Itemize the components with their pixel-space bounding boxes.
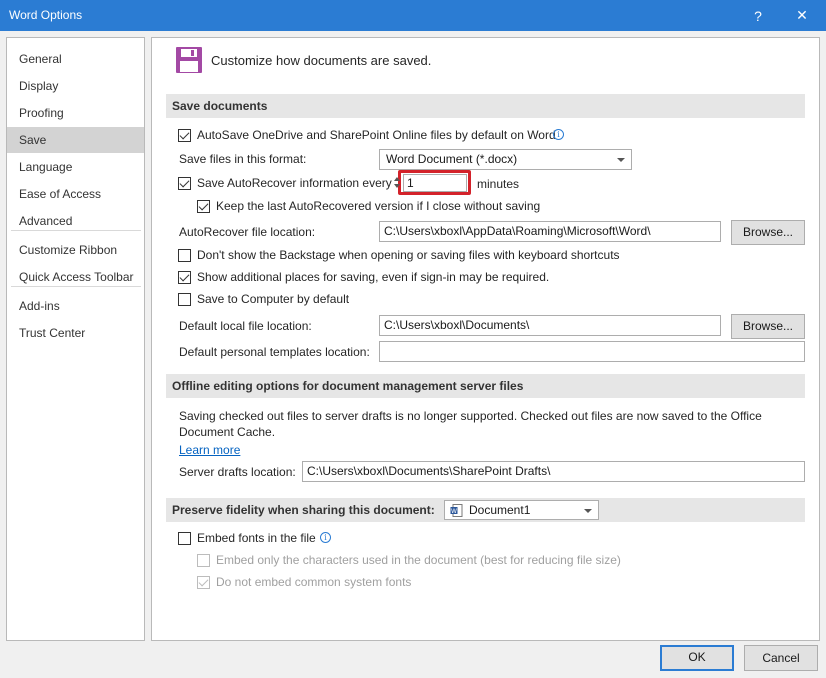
server-drafts-field[interactable]: C:\Users\xboxl\Documents\SharePoint Draf… xyxy=(302,461,805,482)
nav-item-customize-ribbon[interactable]: Customize Ribbon xyxy=(7,237,144,263)
autorecover-checkbox[interactable] xyxy=(178,177,191,190)
no-common-fonts-label: Do not embed common system fonts xyxy=(216,575,411,589)
save-format-dropdown[interactable]: Word Document (*.docx) xyxy=(379,149,632,170)
preserve-fidelity-label: Preserve fidelity when sharing this docu… xyxy=(172,503,435,517)
fidelity-document-dropdown[interactable]: W Document1 xyxy=(444,500,599,520)
title-bar: Word Options ? ✕ xyxy=(0,0,826,31)
keep-last-checkbox[interactable] xyxy=(197,200,210,213)
embed-chars-checkbox[interactable] xyxy=(197,554,210,567)
page-title: Customize how documents are saved. xyxy=(211,53,431,68)
autosave-label: AutoSave OneDrive and SharePoint Online … xyxy=(197,128,556,142)
browse-autorecover-button[interactable]: Browse... xyxy=(731,220,805,245)
spin-up-icon[interactable] xyxy=(394,177,400,181)
nav-item-display[interactable]: Display xyxy=(7,73,144,99)
fidelity-document-value: Document1 xyxy=(469,503,530,517)
default-local-field[interactable]: C:\Users\xboxl\Documents\ xyxy=(379,315,721,336)
additional-places-checkbox[interactable] xyxy=(178,271,191,284)
section-offline-editing: Offline editing options for document man… xyxy=(166,374,805,398)
no-common-fonts-checkbox[interactable] xyxy=(197,576,210,589)
autorecover-minutes-input[interactable]: 1 xyxy=(403,174,467,192)
save-format-value: Word Document (*.docx) xyxy=(386,152,517,166)
nav-divider xyxy=(11,230,141,231)
save-to-computer-label: Save to Computer by default xyxy=(197,292,349,306)
options-nav: General Display Proofing Save Language E… xyxy=(6,37,145,641)
default-templates-label: Default personal templates location: xyxy=(179,345,370,359)
close-button[interactable]: ✕ xyxy=(780,0,824,31)
chevron-down-icon xyxy=(584,509,592,513)
spin-down-icon[interactable] xyxy=(394,184,400,188)
offline-notice-line1: Saving checked out files to server draft… xyxy=(179,409,762,423)
default-local-label: Default local file location: xyxy=(179,319,312,333)
offline-notice-line2: Document Cache. xyxy=(179,425,275,439)
minutes-label: minutes xyxy=(477,177,519,191)
autorecover-location-label: AutoRecover file location: xyxy=(179,225,315,239)
ok-button[interactable]: OK xyxy=(660,645,734,671)
info-icon: i xyxy=(553,129,564,140)
backstage-checkbox[interactable] xyxy=(178,249,191,262)
save-to-computer-checkbox[interactable] xyxy=(178,293,191,306)
dialog-body: General Display Proofing Save Language E… xyxy=(0,31,826,678)
close-icon: ✕ xyxy=(796,7,808,24)
save-options-panel: Customize how documents are saved. Save … xyxy=(151,37,820,641)
nav-item-save[interactable]: Save xyxy=(7,127,144,153)
section-save-documents: Save documents xyxy=(166,94,805,118)
autosave-checkbox[interactable] xyxy=(178,129,191,142)
word-document-icon: W xyxy=(450,504,463,517)
help-button[interactable]: ? xyxy=(736,0,780,31)
svg-text:W: W xyxy=(451,508,457,515)
additional-places-label: Show additional places for saving, even … xyxy=(197,270,549,284)
nav-item-proofing[interactable]: Proofing xyxy=(7,100,144,126)
autorecover-location-field[interactable]: C:\Users\xboxl\AppData\Roaming\Microsoft… xyxy=(379,221,721,242)
nav-item-add-ins[interactable]: Add-ins xyxy=(7,293,144,319)
info-icon: i xyxy=(320,532,331,543)
embed-fonts-checkbox[interactable] xyxy=(178,532,191,545)
default-templates-field[interactable] xyxy=(379,341,805,362)
autorecover-label: Save AutoRecover information every xyxy=(197,176,392,190)
nav-item-ease-of-access[interactable]: Ease of Access xyxy=(7,181,144,207)
help-icon: ? xyxy=(754,8,762,24)
window-title: Word Options xyxy=(9,8,82,22)
nav-item-trust-center[interactable]: Trust Center xyxy=(7,320,144,346)
backstage-label: Don't show the Backstage when opening or… xyxy=(197,248,620,262)
chevron-down-icon xyxy=(617,158,625,162)
learn-more-link[interactable]: Learn more xyxy=(179,443,240,457)
keep-last-label: Keep the last AutoRecovered version if I… xyxy=(216,199,540,213)
nav-item-general[interactable]: General xyxy=(7,46,144,72)
server-drafts-label: Server drafts location: xyxy=(179,465,296,479)
embed-chars-label: Embed only the characters used in the do… xyxy=(216,553,621,567)
embed-fonts-label: Embed fonts in the file xyxy=(197,531,316,545)
nav-divider xyxy=(11,286,141,287)
nav-item-language[interactable]: Language xyxy=(7,154,144,180)
cancel-button[interactable]: Cancel xyxy=(744,645,818,671)
save-icon xyxy=(175,46,203,74)
save-format-label: Save files in this format: xyxy=(179,152,306,166)
browse-default-local-button[interactable]: Browse... xyxy=(731,314,805,339)
